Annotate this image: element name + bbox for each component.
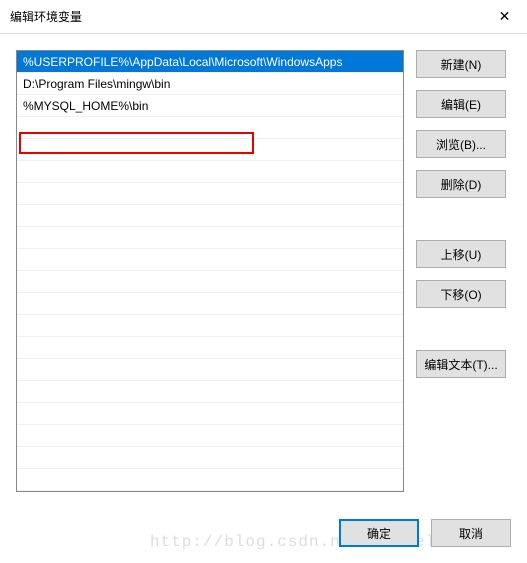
move-up-button[interactable]: 上移(U)	[416, 240, 506, 268]
empty-row	[17, 469, 403, 491]
list-item[interactable]: %USERPROFILE%\AppData\Local\Microsoft\Wi…	[17, 51, 403, 73]
empty-row	[17, 117, 403, 139]
edit-button[interactable]: 编辑(E)	[416, 90, 506, 118]
close-button[interactable]: ✕	[482, 0, 527, 34]
empty-row	[17, 403, 403, 425]
empty-row	[17, 161, 403, 183]
dialog-title: 编辑环境变量	[10, 8, 82, 25]
empty-row	[17, 139, 403, 161]
button-column: 新建(N) 编辑(E) 浏览(B)... 删除(D) 上移(U) 下移(O) 编…	[416, 50, 506, 492]
list-item[interactable]: %MYSQL_HOME%\bin	[17, 95, 403, 117]
empty-row	[17, 315, 403, 337]
empty-row	[17, 227, 403, 249]
empty-row	[17, 205, 403, 227]
list-item[interactable]: D:\Program Files\mingw\bin	[17, 73, 403, 95]
empty-row	[17, 381, 403, 403]
empty-row	[17, 337, 403, 359]
close-icon: ✕	[499, 8, 511, 25]
empty-row	[17, 447, 403, 469]
empty-row	[17, 249, 403, 271]
edit-text-button[interactable]: 编辑文本(T)...	[416, 350, 506, 378]
dialog-footer: 确定 取消	[339, 519, 511, 547]
browse-button[interactable]: 浏览(B)...	[416, 130, 506, 158]
ok-button[interactable]: 确定	[339, 519, 419, 547]
dialog-body: %USERPROFILE%\AppData\Local\Microsoft\Wi…	[0, 34, 527, 563]
empty-row	[17, 271, 403, 293]
empty-row	[17, 425, 403, 447]
delete-button[interactable]: 删除(D)	[416, 170, 506, 198]
move-down-button[interactable]: 下移(O)	[416, 280, 506, 308]
empty-row	[17, 293, 403, 315]
new-button[interactable]: 新建(N)	[416, 50, 506, 78]
cancel-button[interactable]: 取消	[431, 519, 511, 547]
path-listbox[interactable]: %USERPROFILE%\AppData\Local\Microsoft\Wi…	[16, 50, 404, 492]
titlebar: 编辑环境变量 ✕	[0, 0, 527, 34]
empty-row	[17, 359, 403, 381]
empty-row	[17, 183, 403, 205]
